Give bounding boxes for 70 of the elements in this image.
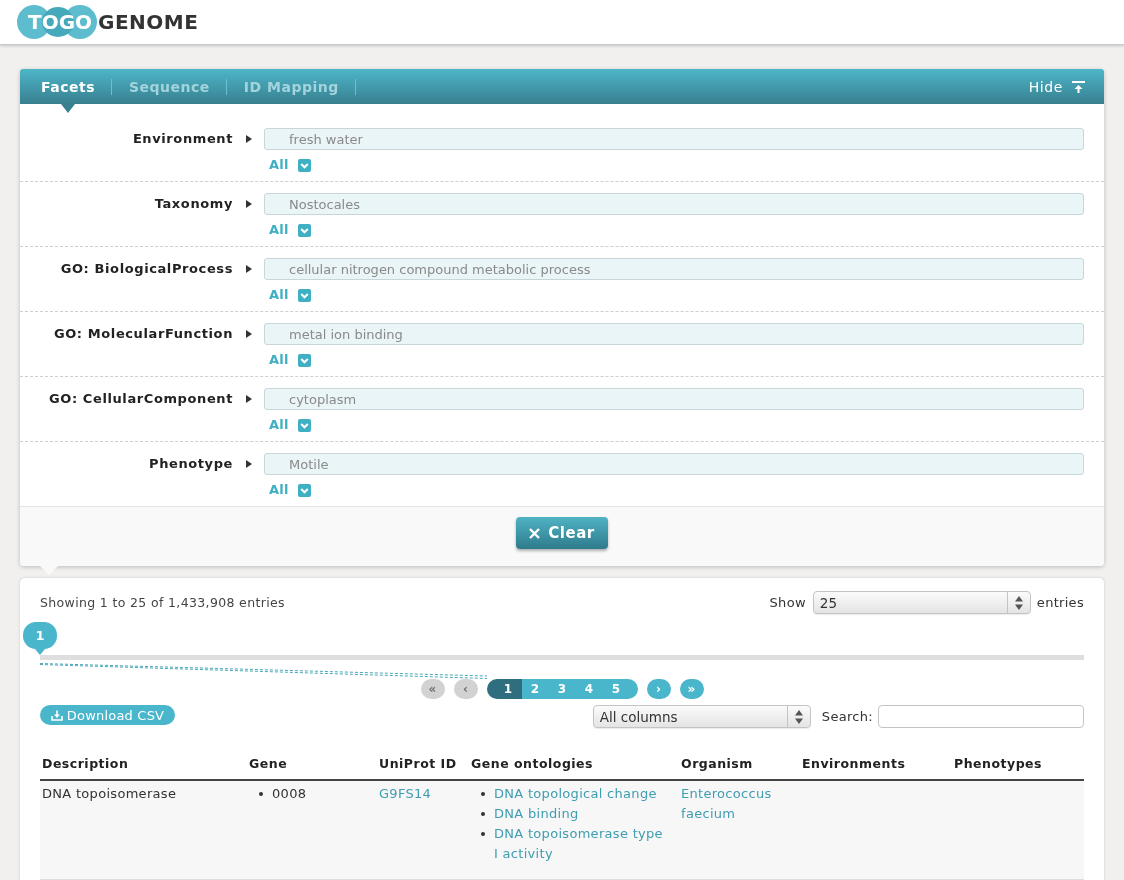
slider-handle[interactable]: 1	[23, 622, 57, 655]
chevron-down-icon	[297, 223, 311, 237]
facet-label: Taxonomy	[153, 195, 233, 213]
chevron-down-icon	[297, 418, 311, 432]
bullet-icon	[481, 812, 485, 816]
logo-blob-icon	[17, 5, 97, 39]
table-cell: DNA topoisomerase	[40, 780, 247, 880]
facet-label: GO: CellularComponent	[48, 390, 233, 408]
tab-pointer-icon	[61, 104, 75, 113]
hide-button[interactable]: Hide	[1018, 69, 1104, 104]
ontology-link[interactable]: DNA topoisomerase type I activity	[494, 824, 669, 864]
download-icon	[50, 709, 63, 721]
bullet-icon	[481, 792, 485, 796]
chevron-down-icon	[297, 483, 311, 497]
logo-mark[interactable]: TOGO	[28, 10, 93, 34]
page-number-button[interactable]: 1	[486, 679, 522, 699]
ontology-link[interactable]: DNA topological change	[494, 784, 657, 804]
facet-label: Environment	[131, 130, 233, 148]
chevron-down-icon	[297, 288, 311, 302]
caret-right-icon[interactable]	[246, 395, 252, 403]
page-slider[interactable]: 1	[23, 620, 1084, 662]
table-row[interactable]: DNA topoisomerase 0008 G9FS14 DNA topological change DNA binding DNA topoisomerase type I activity Enterococcus faecium	[40, 780, 1084, 880]
column-filter-select[interactable]: All columns	[592, 705, 811, 728]
all-filter-toggle[interactable]: All	[269, 222, 311, 238]
logo-name[interactable]: GENOME	[98, 10, 199, 34]
page-number-button[interactable]: 2	[521, 679, 549, 699]
entries-summary: Showing 1 to 25 of 1,433,908 entries	[40, 595, 286, 610]
page-number-button[interactable]: 5	[602, 679, 638, 699]
chevron-down-icon	[297, 158, 311, 172]
arrow-up-bar-icon	[1072, 80, 1085, 93]
show-label: Show	[769, 595, 806, 610]
facet-input[interactable]: Motile	[264, 453, 1084, 475]
all-filter-toggle[interactable]: All	[269, 482, 311, 498]
page-size-select[interactable]: 25	[812, 591, 1031, 614]
caret-right-icon[interactable]	[246, 265, 252, 273]
facet-input[interactable]: cellular nitrogen compound metabolic process	[264, 258, 1084, 280]
uniprot-link[interactable]: G9FS14	[379, 786, 432, 801]
x-icon	[529, 527, 541, 539]
caret-right-icon[interactable]	[246, 330, 252, 338]
all-filter-toggle[interactable]: All	[269, 417, 311, 433]
page-number-button[interactable]: 4	[575, 679, 603, 699]
download-csv-button[interactable]: Download CSV	[40, 705, 175, 725]
caret-right-icon[interactable]	[246, 200, 252, 208]
ontology-link[interactable]: DNA binding	[494, 804, 579, 824]
facet-label: GO: MolecularFunction	[52, 325, 233, 343]
entries-label: entries	[1036, 595, 1084, 610]
search-field[interactable]	[878, 705, 1084, 728]
last-page-button[interactable]: »	[679, 679, 704, 699]
bullet-icon	[481, 832, 485, 836]
chevron-down-icon	[297, 353, 311, 367]
all-filter-toggle[interactable]: All	[269, 287, 311, 303]
all-filter-toggle[interactable]: All	[269, 157, 311, 173]
updown-arrows-icon	[1014, 595, 1023, 610]
bullet-icon	[259, 792, 263, 796]
facet-label: GO: BiologicalProcess	[59, 260, 233, 278]
next-page-button[interactable]: ›	[646, 679, 671, 699]
clear-button[interactable]: Clear	[516, 517, 608, 549]
facet-input[interactable]: fresh water	[264, 128, 1084, 150]
page-number-button[interactable]: 3	[548, 679, 576, 699]
facet-input[interactable]: cytoplasm	[264, 388, 1084, 410]
facet-input[interactable]: metal ion binding	[264, 323, 1084, 345]
facet-input[interactable]: Nostocales	[264, 193, 1084, 215]
caret-right-icon[interactable]	[246, 135, 252, 143]
caret-right-icon[interactable]	[246, 460, 252, 468]
updown-arrows-icon	[794, 709, 803, 724]
search-label: Search:	[821, 708, 873, 726]
facet-label: Phenotype	[148, 455, 233, 473]
all-filter-toggle[interactable]: All	[269, 352, 311, 368]
gene-name: 0008	[272, 785, 307, 803]
organism-link[interactable]: Enterococcus faecium	[681, 784, 790, 824]
